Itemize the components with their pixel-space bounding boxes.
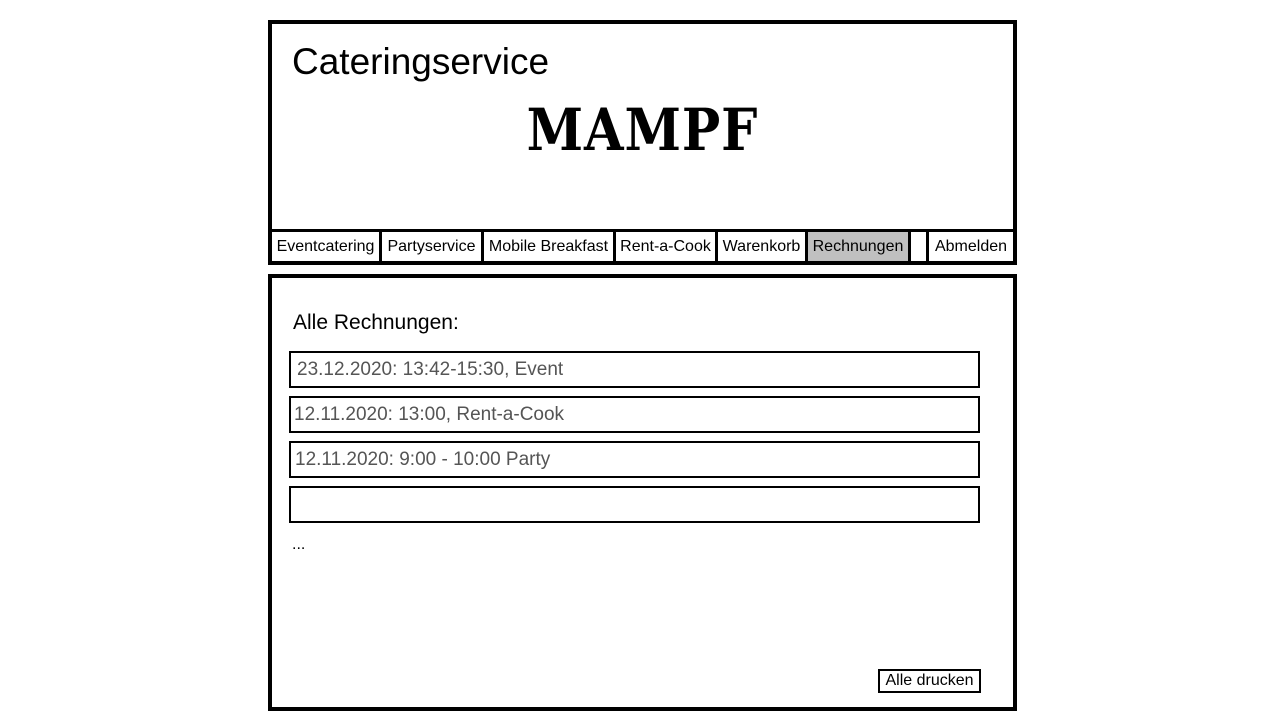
invoices-heading: Alle Rechnungen: [293, 311, 459, 334]
nav-item-rechnungen[interactable]: Rechnungen [808, 232, 908, 261]
nav-item-partyservice[interactable]: Partyservice [382, 232, 481, 261]
invoice-item[interactable]: 23.12.2020: 13:42-15:30, Event [289, 351, 980, 388]
brand-logo: MAMPF [526, 96, 759, 164]
nav-item-eventcatering[interactable]: Eventcatering [272, 232, 379, 261]
nav-item-spacer [911, 232, 926, 261]
nav-item-warenkorb[interactable]: Warenkorb [718, 232, 805, 261]
invoices-panel: Alle Rechnungen: 23.12.2020: 13:42-15:30… [268, 274, 1017, 711]
header: Cateringservice MAMPF Eventcatering Part… [268, 20, 1017, 265]
invoice-item[interactable] [289, 486, 980, 523]
page-title: Cateringservice [292, 41, 550, 82]
nav-item-mobile-breakfast[interactable]: Mobile Breakfast [484, 232, 613, 261]
invoice-item[interactable]: 12.11.2020: 13:00, Rent-a-Cook [289, 396, 980, 433]
invoice-item[interactable]: 12.11.2020: 9:00 - 10:00 Party [289, 441, 980, 478]
more-indicator: ... [292, 536, 306, 553]
nav-item-rent-a-cook[interactable]: Rent-a-Cook [616, 232, 715, 261]
main-navigation: Eventcatering Partyservice Mobile Breakf… [272, 229, 1013, 261]
nav-item-abmelden[interactable]: Abmelden [929, 232, 1013, 261]
print-all-button[interactable]: Alle drucken [878, 669, 981, 693]
